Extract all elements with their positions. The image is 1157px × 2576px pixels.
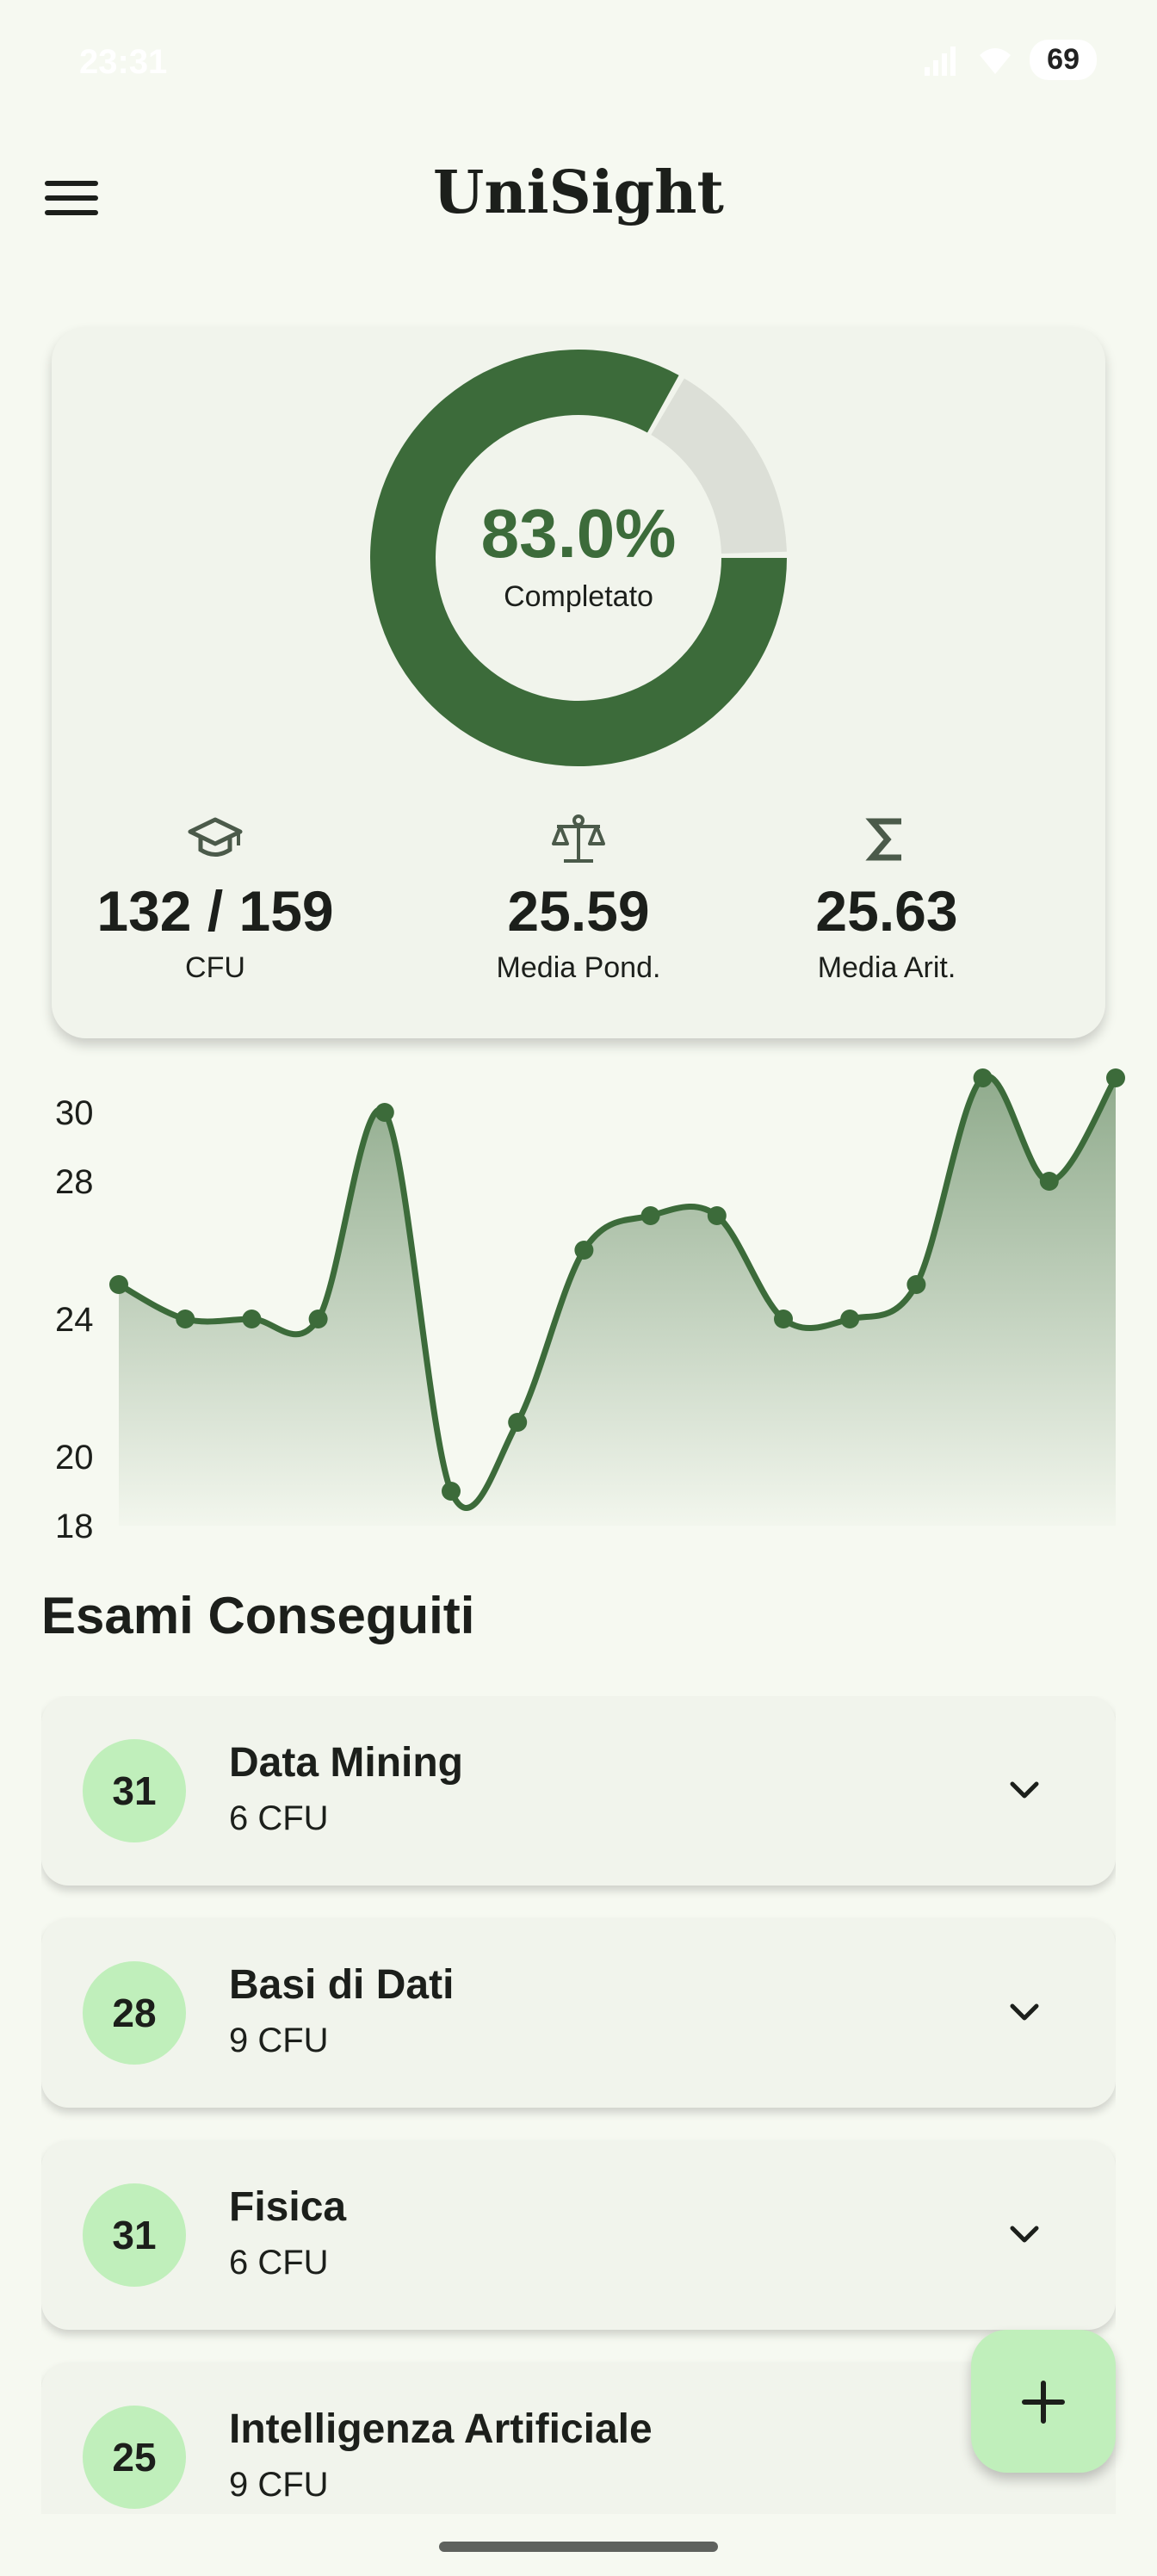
exam-cfu: 9 CFU [229,2022,329,2059]
exam-cfu: 6 CFU [229,2244,329,2282]
exam-cfu: 9 CFU [229,2466,329,2504]
y-tick-label: 18 [55,1508,94,1545]
data-point[interactable] [640,1206,660,1225]
signal-icon [925,46,956,76]
exam-card[interactable]: 28 Basi di Dati 9 CFU [41,1918,1116,2108]
stat-value: 25.59 [507,879,650,943]
grade-badge: 25 [83,2406,186,2509]
battery-indicator: 69 [1030,40,1097,80]
exam-list: 31 Data Mining 6 CFU 28 Basi di Dati 9 C… [41,1696,1116,2514]
exam-cfu: 6 CFU [229,1799,329,1837]
stat-value: 25.63 [815,879,958,943]
grades-line-chart: 18 20 24 28 30 [55,1068,1125,1545]
progress-label: Completato [504,580,653,613]
data-point[interactable] [109,1275,128,1294]
data-point[interactable] [707,1206,727,1225]
add-exam-button[interactable] [971,2330,1116,2473]
data-point[interactable] [508,1413,528,1432]
exam-card[interactable]: 31 Fisica 6 CFU [41,2140,1116,2330]
exam-name: Basi di Dati [229,1962,455,2008]
grade-badge: 28 [83,1961,186,2065]
data-point[interactable] [973,1068,993,1087]
stat-arithmetic-average: 25.63 Media Arit. [723,809,1050,985]
chart-area [119,1076,1116,1526]
data-point[interactable] [374,1103,394,1122]
data-point[interactable] [176,1310,195,1328]
stat-value: 132 / 159 [96,879,334,943]
status-bar: 23:31 69 [0,0,1157,129]
donut-center: 83.0% Completato [370,499,787,614]
data-point[interactable] [442,1482,461,1501]
exam-name: Intelligenza Artificiale [229,2406,653,2452]
stat-label: Media Pond. [496,951,661,984]
section-title: Esami Conseguiti [41,1587,475,1644]
status-time: 23:31 [79,43,168,81]
plus-icon [1022,2381,1065,2424]
app-title: UniSight [433,158,724,227]
graduation-cap-icon [188,817,243,857]
progress-percent: 83.0% [480,495,677,572]
y-tick-label: 24 [55,1301,94,1339]
summary-card: 83.0% Completato 132 / 159 CFU 25.59 Med… [52,327,1105,1038]
stats-row: 132 / 159 CFU 25.59 Media Pond. 25.63 Me… [52,809,1105,1016]
stat-label: Media Arit. [817,951,956,984]
status-icons: 69 [923,40,1097,80]
data-point[interactable] [1106,1068,1125,1087]
data-point[interactable] [242,1310,262,1328]
chevron-down-icon[interactable] [1002,1991,1047,2035]
data-point[interactable] [840,1310,860,1328]
grade-badge: 31 [83,2183,186,2287]
stat-label: CFU [185,951,245,984]
exam-name: Fisica [229,2184,347,2230]
exam-card[interactable]: 25 Intelligenza Artificiale 9 CFU [41,2362,1116,2514]
stat-weighted-average: 25.59 Media Pond. [415,809,742,985]
exam-card[interactable]: 31 Data Mining 6 CFU [41,1696,1116,1886]
data-point[interactable] [774,1310,793,1328]
wifi-icon [980,47,1012,74]
y-tick-label: 20 [55,1439,94,1477]
sigma-icon [865,818,901,861]
data-point[interactable] [906,1275,926,1294]
data-point[interactable] [1039,1172,1059,1191]
y-tick-label: 30 [55,1094,94,1132]
chevron-down-icon[interactable] [1002,2213,1047,2257]
exam-name: Data Mining [229,1740,463,1786]
data-point[interactable] [308,1310,328,1328]
data-point[interactable] [574,1241,594,1260]
stat-cfu: 132 / 159 CFU [52,809,379,985]
grade-badge: 31 [83,1739,186,1842]
scale-icon [552,814,605,863]
home-indicator[interactable] [439,2542,718,2552]
y-tick-label: 28 [55,1163,94,1201]
chevron-down-icon[interactable] [1002,1768,1047,1813]
